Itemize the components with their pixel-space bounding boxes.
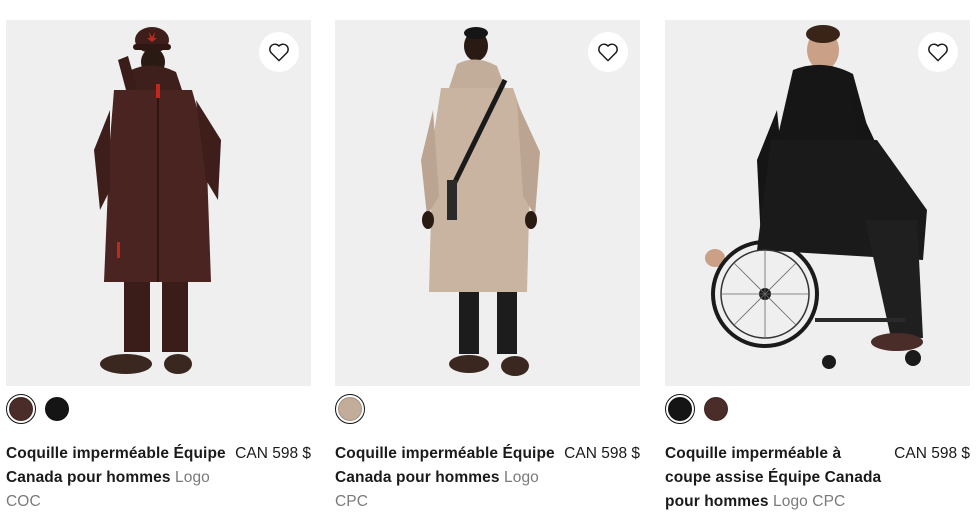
product-photo-man-wheelchair-black-coat <box>665 20 970 386</box>
swatch-beige[interactable] <box>335 394 365 424</box>
wishlist-button[interactable] <box>588 32 628 72</box>
swatch-black[interactable] <box>665 394 695 424</box>
product-photo-man-beige-coat <box>335 20 640 386</box>
color-swatches <box>335 392 365 426</box>
heart-icon <box>269 43 289 62</box>
product-grid: Coquille imperméable Équipe Canada pour … <box>0 0 980 521</box>
wishlist-button[interactable] <box>259 32 299 72</box>
product-info: Coquille imperméable à coupe assise Équi… <box>665 442 970 514</box>
product-name-link[interactable]: Coquille imperméable Équipe Canada pour … <box>335 442 555 514</box>
product-photo-man-dark-brown-coat <box>6 20 311 386</box>
product-image[interactable] <box>665 20 970 386</box>
color-swatches <box>6 392 72 426</box>
product-card[interactable]: Coquille imperméable Équipe Canada pour … <box>6 20 311 520</box>
swatch-brown[interactable] <box>701 394 731 424</box>
wishlist-button[interactable] <box>918 32 958 72</box>
product-price: CAN 598 $ <box>564 445 640 462</box>
product-image[interactable] <box>6 20 311 386</box>
product-info: Coquille imperméable Équipe Canada pour … <box>6 442 311 514</box>
product-name-link[interactable]: Coquille imperméable Équipe Canada pour … <box>6 442 226 514</box>
product-info: Coquille imperméable Équipe Canada pour … <box>335 442 640 514</box>
product-image[interactable] <box>335 20 640 386</box>
product-price: CAN 598 $ <box>894 445 970 462</box>
product-name-link[interactable]: Coquille imperméable à coupe assise Équi… <box>665 442 885 514</box>
heart-icon <box>928 43 948 62</box>
product-price: CAN 598 $ <box>235 445 311 462</box>
heart-icon <box>598 43 618 62</box>
product-subtitle: Logo CPC <box>773 493 846 510</box>
swatch-black[interactable] <box>42 394 72 424</box>
swatch-brown[interactable] <box>6 394 36 424</box>
product-card[interactable]: Coquille imperméable Équipe Canada pour … <box>335 20 640 520</box>
product-card[interactable]: Coquille imperméable à coupe assise Équi… <box>665 20 970 520</box>
color-swatches <box>665 392 731 426</box>
